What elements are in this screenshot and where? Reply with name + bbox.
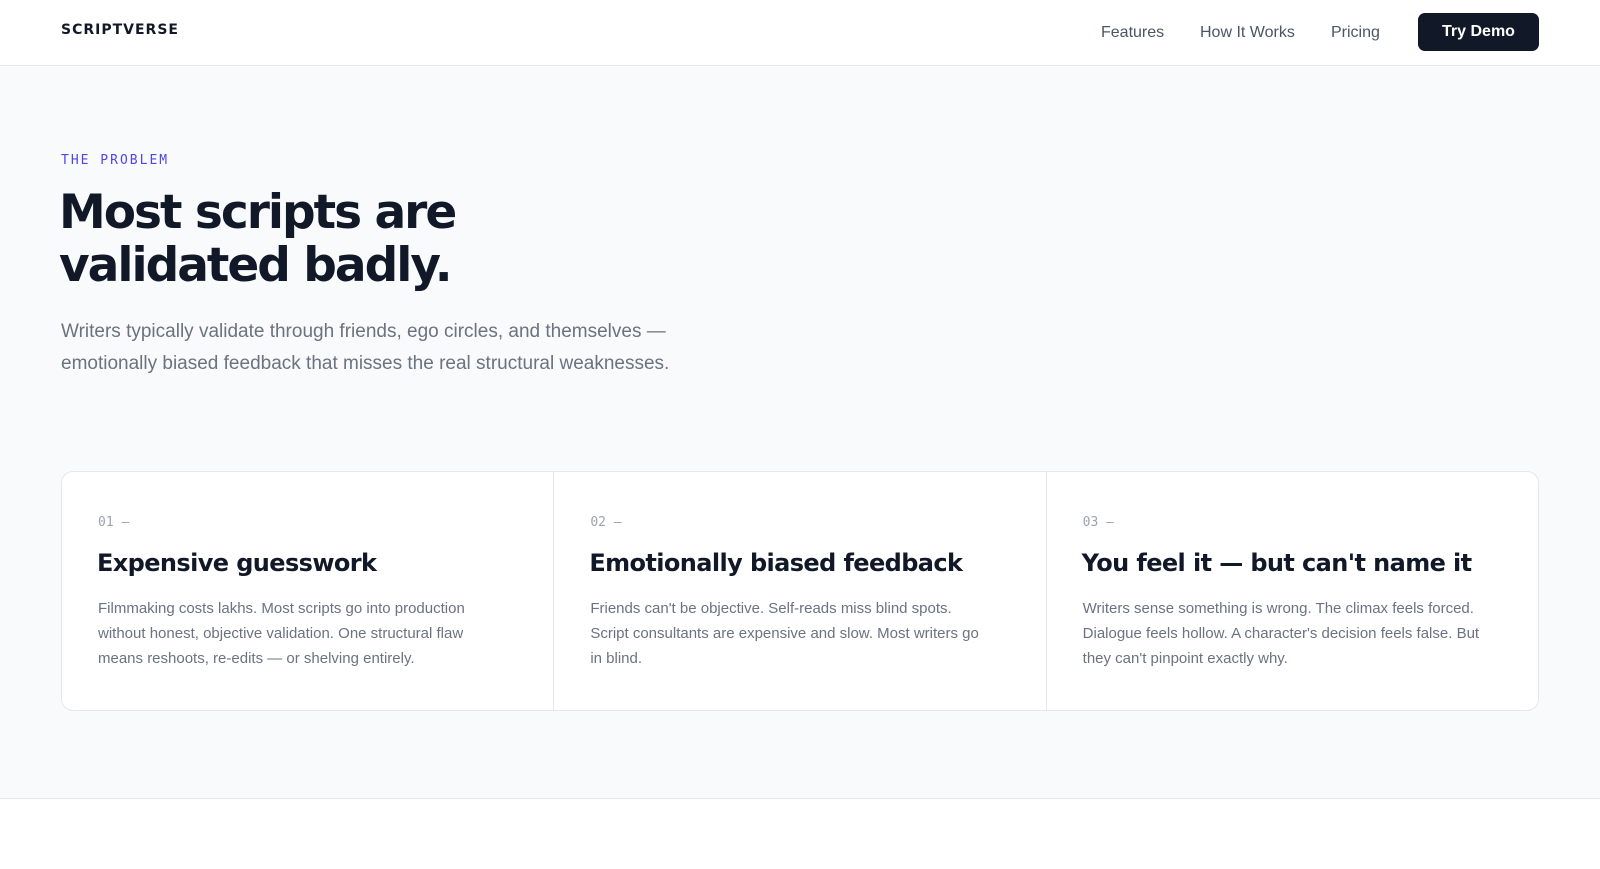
brand-logo[interactable]: SCRIPTVERSE	[61, 22, 179, 38]
problem-card-biased-feedback: 02 — Emotionally biased feedback Friends…	[554, 472, 1047, 710]
card-body: Filmmaking costs lakhs. Most scripts go …	[98, 600, 465, 667]
try-demo-button[interactable]: Try Demo	[1418, 13, 1539, 51]
section-title-line-2: validated badly.	[59, 238, 453, 293]
card-title: Emotionally biased feedback	[589, 549, 963, 577]
nav-link-pricing[interactable]: Pricing	[1331, 24, 1380, 42]
card-number: 03 —	[1082, 515, 1114, 530]
problem-section: THE PROBLEM Most scripts are validated b…	[0, 67, 1600, 799]
card-number: 02 —	[590, 515, 622, 530]
card-title: You feel it — but can't name it	[1081, 549, 1473, 577]
card-number: 01 —	[98, 515, 130, 530]
nav-link-how-it-works[interactable]: How It Works	[1200, 24, 1295, 42]
section-eyebrow: THE PROBLEM	[61, 153, 170, 168]
section-lede: Writers typically validate through frien…	[61, 321, 670, 374]
card-title: Expensive guesswork	[97, 549, 377, 577]
section-title: Most scripts are validated badly.	[59, 186, 759, 292]
problem-card-cant-name-it: 03 — You feel it — but can't name it Wri…	[1047, 472, 1538, 710]
problem-card-expensive-guesswork: 01 — Expensive guesswork Filmmaking cost…	[62, 472, 555, 710]
problem-cards: 01 — Expensive guesswork Filmmaking cost…	[61, 471, 1539, 711]
nav-link-features[interactable]: Features	[1101, 24, 1164, 42]
card-body: Friends can't be objective. Self-reads m…	[590, 600, 979, 667]
card-body: Writers sense something is wrong. The cl…	[1082, 600, 1480, 667]
top-navigation-bar: SCRIPTVERSE Features How It Works Pricin…	[0, 0, 1600, 66]
section-title-line-1: Most scripts are	[59, 185, 457, 240]
